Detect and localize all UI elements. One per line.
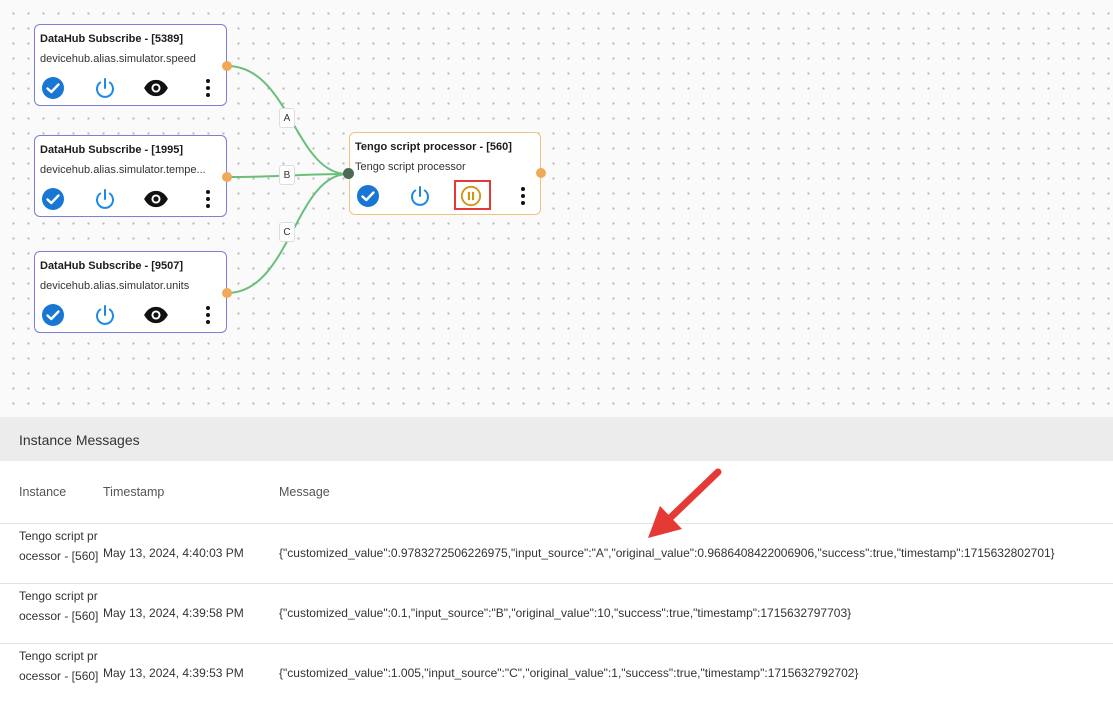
output-port[interactable] [222,61,232,71]
output-port[interactable] [536,168,546,178]
eye-icon[interactable] [143,302,169,328]
node-title: Tengo script processor - [560] [355,141,512,153]
panel-title: Instance Messages [19,432,140,448]
timestamp-cell: May 13, 2024, 4:40:03 PM [103,546,244,560]
power-icon[interactable] [407,183,433,209]
instance-cell: Tengo script processor - [560] [19,589,99,623]
output-port[interactable] [222,288,232,298]
tengo-processor-node[interactable]: Tengo script processor - [560] Tengo scr… [349,132,541,215]
edge-label-b: B [279,165,295,185]
more-vert-icon[interactable] [510,183,536,209]
subscribe-node-1995[interactable]: DataHub Subscribe - [1995] devicehub.ali… [34,135,227,217]
pause-icon[interactable] [458,183,484,209]
table-row[interactable]: Tengo script processor - [560] May 13, 2… [0,523,1113,583]
node-subtitle: Tengo script processor [355,161,466,173]
column-header-instance[interactable]: Instance [19,485,66,499]
timestamp-cell: May 13, 2024, 4:39:53 PM [103,666,244,680]
power-icon[interactable] [92,75,118,101]
node-title: DataHub Subscribe - [9507] [40,260,184,272]
output-port[interactable] [222,172,232,182]
subscribe-node-9507[interactable]: DataHub Subscribe - [9507] devicehub.ali… [34,251,227,333]
node-title: DataHub Subscribe - [1995] [40,144,184,156]
flow-canvas[interactable]: A B C DataHub Subscribe - [5389] deviceh… [0,0,1113,417]
more-vert-icon[interactable] [195,186,221,212]
eye-icon[interactable] [143,75,169,101]
subscribe-node-5389[interactable]: DataHub Subscribe - [5389] devicehub.ali… [34,24,227,106]
edge-label-c: C [279,222,295,242]
instance-cell: Tengo script processor - [560] [19,529,99,563]
column-header-message[interactable]: Message [279,485,330,499]
more-vert-icon[interactable] [195,302,221,328]
timestamp-cell: May 13, 2024, 4:39:58 PM [103,606,244,620]
node-subtitle: devicehub.alias.simulator.speed [40,53,196,65]
column-header-timestamp[interactable]: Timestamp [103,485,164,499]
input-port[interactable] [343,168,354,179]
edge-label-a: A [279,108,295,128]
node-title: DataHub Subscribe - [5389] [40,33,184,45]
eye-icon[interactable] [143,186,169,212]
instance-cell: Tengo script processor - [560] [19,649,99,683]
check-icon[interactable] [40,186,66,212]
node-subtitle: devicehub.alias.simulator.tempe... [40,164,206,176]
more-vert-icon[interactable] [195,75,221,101]
check-icon[interactable] [355,183,381,209]
table-row[interactable]: Tengo script processor - [560] May 13, 2… [0,643,1113,703]
check-icon[interactable] [40,302,66,328]
message-cell: {"customized_value":1.005,"input_source"… [279,666,859,680]
message-cell: {"customized_value":0.1,"input_source":"… [279,606,852,620]
messages-panel-header: Instance Messages [0,417,1113,461]
message-cell: {"customized_value":0.9783272506226975,"… [279,546,1055,560]
check-icon[interactable] [40,75,66,101]
power-icon[interactable] [92,186,118,212]
table-row[interactable]: Tengo script processor - [560] May 13, 2… [0,583,1113,643]
node-subtitle: devicehub.alias.simulator.units [40,280,190,292]
power-icon[interactable] [92,302,118,328]
